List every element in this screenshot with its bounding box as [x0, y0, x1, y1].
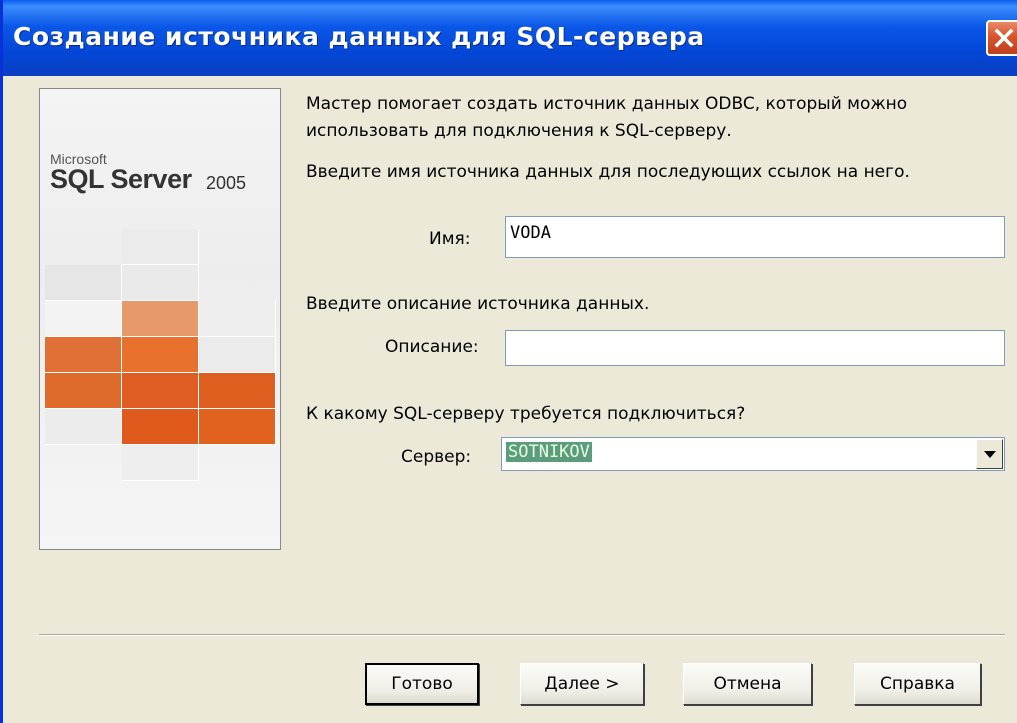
- name-prompt: Введите имя источника данных для последу…: [306, 162, 910, 182]
- close-button[interactable]: [986, 20, 1017, 56]
- server-dropdown-button[interactable]: [976, 439, 1003, 469]
- finish-button[interactable]: Готово: [365, 663, 479, 705]
- description-label: Описание:: [385, 337, 479, 357]
- description-field[interactable]: [505, 330, 1005, 366]
- product-name: SQL Server: [50, 164, 192, 194]
- server-prompt: К какому SQL-серверу требуется подключит…: [306, 404, 746, 424]
- server-combobox[interactable]: SOTNIKOV: [501, 437, 1005, 471]
- next-button[interactable]: Далее >: [520, 663, 644, 705]
- name-label: Имя:: [429, 229, 471, 249]
- close-icon: [994, 28, 1014, 48]
- name-field[interactable]: VODA: [505, 216, 1005, 258]
- window-title: Создание источника данных для SQL-сервер…: [13, 22, 705, 51]
- wizard-window: Создание источника данных для SQL-сервер…: [0, 0, 1017, 723]
- product-version: 2005: [206, 173, 247, 193]
- server-label: Сервер:: [401, 447, 472, 467]
- title-bar[interactable]: Создание источника данных для SQL-сервер…: [3, 0, 1017, 76]
- name-field-value: VODA: [510, 223, 551, 243]
- product-banner: Microsoft SQL Server 2005: [39, 88, 281, 550]
- help-button[interactable]: Справка: [854, 663, 981, 705]
- chevron-down-icon: [984, 451, 996, 458]
- description-prompt: Введите описание источника данных.: [306, 294, 650, 314]
- cancel-button[interactable]: Отмена: [683, 663, 812, 705]
- server-combobox-value: SOTNIKOV: [506, 442, 592, 462]
- intro-line-2: использовать для подключения к SQL-серве…: [306, 121, 732, 141]
- intro-line-1: Мастер помогает создать источник данных …: [306, 94, 908, 114]
